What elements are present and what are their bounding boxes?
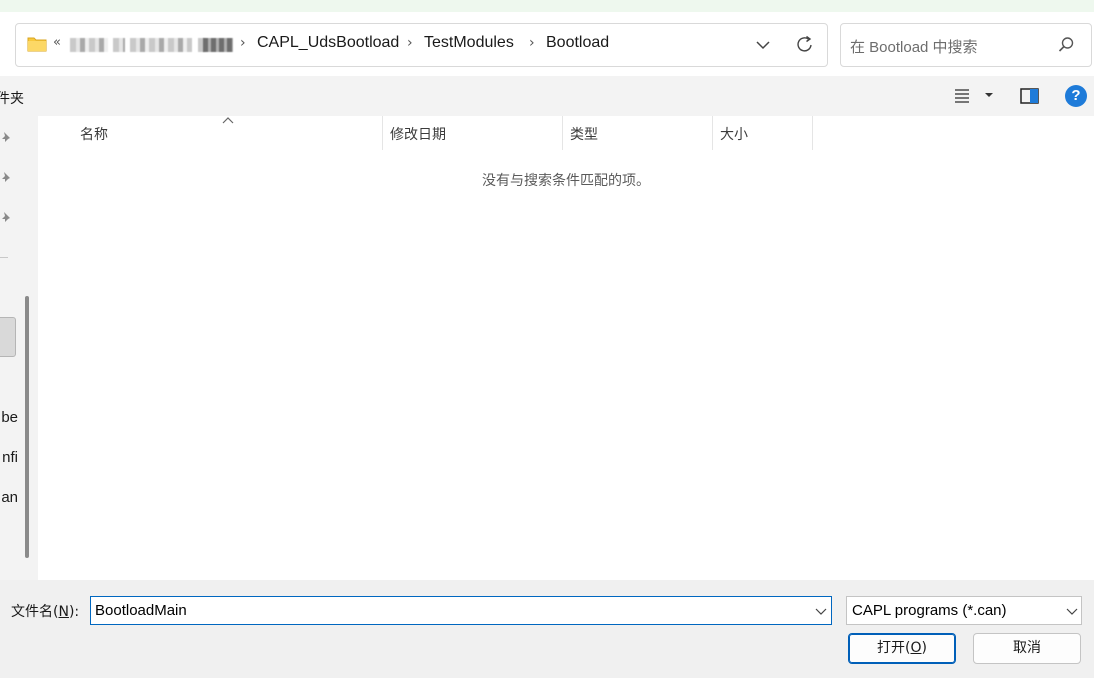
filename-value[interactable]: BootloadMain	[95, 602, 187, 619]
nav-item[interactable]: an	[0, 489, 18, 506]
chevron-down-icon[interactable]	[983, 90, 995, 100]
pin-icon[interactable]	[0, 210, 14, 224]
breadcrumb-separator: ›	[240, 35, 246, 51]
command-toolbar: 件夹 ?	[0, 76, 1094, 116]
pin-icon[interactable]	[0, 170, 14, 184]
nav-scrollbar[interactable]	[25, 296, 29, 558]
navigation-pane: be nfi an	[0, 116, 38, 580]
column-header-type[interactable]: 类型	[570, 124, 598, 144]
help-icon[interactable]: ?	[1065, 85, 1087, 107]
search-box[interactable]: 在 Bootload 中搜索	[840, 23, 1092, 67]
breadcrumb-separator: ›	[529, 35, 535, 51]
search-icon[interactable]	[1057, 36, 1075, 54]
dialog-footer: 文件名(N): BootloadMain CAPL programs (*.ca…	[0, 580, 1094, 678]
list-view-icon[interactable]	[954, 88, 972, 104]
breadcrumb-bootload[interactable]: Bootload	[546, 34, 609, 52]
breadcrumb-overflow[interactable]: «	[53, 35, 61, 50]
column-divider[interactable]	[562, 116, 563, 150]
nav-item[interactable]: be	[0, 409, 18, 426]
pin-icon[interactable]	[0, 130, 14, 144]
refresh-icon[interactable]	[795, 34, 815, 56]
column-header-name[interactable]: 名称	[80, 124, 108, 144]
address-row: « › CAPL_UdsBootload › TestModules › Boo…	[0, 12, 1094, 76]
redacted-path-segment	[130, 38, 192, 52]
column-divider[interactable]	[382, 116, 383, 150]
breadcrumb-testmodules[interactable]: TestModules	[424, 34, 514, 52]
column-divider[interactable]	[712, 116, 713, 150]
filename-label-prefix: 文件名(	[11, 604, 59, 620]
filename-label-hotkey: N	[58, 604, 69, 620]
file-list: 名称 修改日期 类型 大小 没有与搜索条件匹配的项。	[38, 116, 1094, 580]
file-type-select[interactable]: CAPL programs (*.can)	[846, 596, 1082, 625]
column-header-size[interactable]: 大小	[720, 124, 748, 144]
redacted-path-segment	[70, 38, 108, 52]
column-divider[interactable]	[812, 116, 813, 150]
filename-field[interactable]: BootloadMain	[90, 596, 832, 625]
nav-item[interactable]: nfi	[0, 449, 18, 466]
open-label-suffix: )	[921, 640, 927, 656]
redacted-path-segment	[203, 38, 233, 52]
column-header-date-modified[interactable]: 修改日期	[390, 124, 446, 144]
chevron-down-icon[interactable]	[1066, 606, 1078, 616]
open-label-hotkey: O	[910, 640, 922, 656]
new-folder-label[interactable]: 件夹	[0, 88, 24, 108]
nav-selected-item[interactable]	[0, 317, 16, 357]
chevron-down-icon[interactable]	[815, 606, 827, 616]
preview-pane-icon[interactable]	[1019, 87, 1041, 105]
breadcrumb-capl-udsbootload[interactable]: CAPL_UdsBootload	[257, 34, 399, 52]
address-history-dropdown-icon[interactable]	[753, 35, 773, 55]
empty-results-message: 没有与搜索条件匹配的项。	[482, 173, 650, 189]
open-label-prefix: 打开(	[877, 640, 911, 656]
folder-icon	[27, 37, 47, 52]
filename-label-suffix: ):	[68, 604, 80, 620]
redacted-path-segment	[113, 38, 125, 52]
breadcrumb-separator: ›	[407, 35, 413, 51]
file-type-value: CAPL programs (*.can)	[852, 602, 1007, 619]
window-top-strip	[0, 0, 1094, 12]
cancel-button[interactable]: 取消	[973, 633, 1081, 664]
nav-divider	[0, 257, 8, 258]
filename-label: 文件名(N):	[11, 601, 79, 621]
search-input[interactable]: 在 Bootload 中搜索	[850, 36, 978, 57]
open-button[interactable]: 打开(O)	[848, 633, 956, 664]
address-bar[interactable]: « › CAPL_UdsBootload › TestModules › Boo…	[15, 23, 828, 67]
sort-ascending-icon	[222, 117, 234, 124]
